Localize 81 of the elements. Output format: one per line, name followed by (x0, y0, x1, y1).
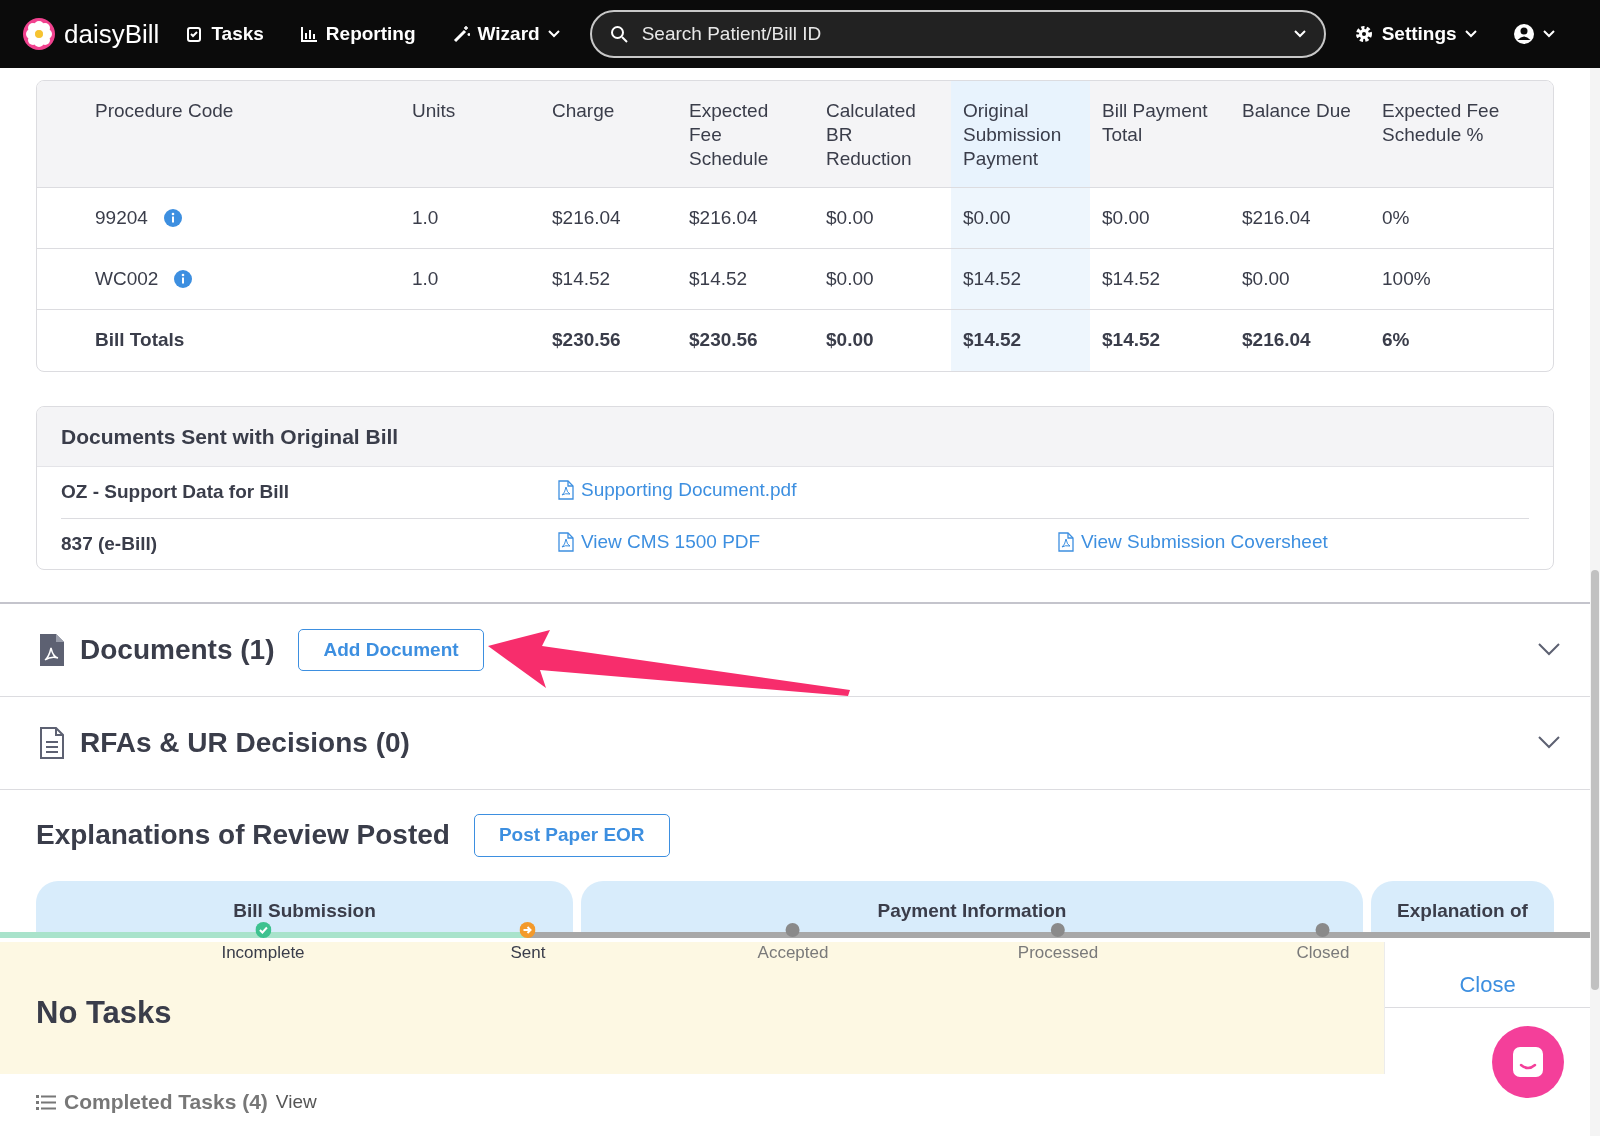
completed-tasks-label: Completed Tasks (4) (64, 1089, 268, 1115)
table-cell: $216.04 (540, 187, 677, 249)
bar-chart-icon (299, 25, 318, 43)
document-icon (40, 727, 64, 759)
flower-logo-icon (22, 17, 56, 51)
pdf-file-icon (1057, 531, 1075, 552)
section-title: Documents (1) (80, 633, 275, 667)
caret-icon (547, 30, 560, 38)
table-cell: 0% (1370, 187, 1553, 249)
table-cell: $230.56 (677, 309, 814, 371)
add-document-button[interactable]: Add Document (298, 628, 484, 672)
settings-button[interactable]: Settings (1335, 19, 1495, 49)
search-input[interactable]: Search Patient/Bill ID (639, 18, 1282, 50)
user-icon (1512, 23, 1535, 45)
table-cell: 6% (1370, 309, 1553, 371)
table-cell: $14.52 (951, 248, 1090, 310)
dropdown-menu-button[interactable]: Wizard (433, 19, 578, 49)
document-link[interactable]: View CMS 1500 PDF (557, 527, 761, 557)
chevron-down-icon[interactable] (1538, 643, 1560, 657)
info-icon (163, 209, 182, 227)
caret-icon (1293, 30, 1306, 38)
nav-link[interactable]: Tasks (167, 19, 282, 49)
magic-wand-icon (451, 25, 470, 43)
document-link[interactable]: View Submission Coversheet (1057, 527, 1328, 557)
column-header: Bill Payment Total (1090, 81, 1230, 188)
table-cell: Bill Totals (37, 309, 400, 371)
table-cell: $0.00 (951, 187, 1090, 249)
table-cell: 1.0 (400, 187, 540, 249)
table-cell-text: WC002 (95, 266, 159, 291)
pdf-file-icon (557, 480, 575, 501)
scrollbar-thumb[interactable] (1591, 570, 1599, 990)
document-label: OZ - Support Data for Bill (61, 480, 290, 505)
info-icon (174, 270, 193, 288)
nav-link[interactable]: Reporting (281, 19, 434, 49)
document-label: 837 (e-Bill) (61, 531, 159, 556)
table-cell: $230.56 (540, 309, 677, 371)
step-label: Processed (1017, 942, 1099, 964)
caret-icon (1542, 30, 1555, 38)
table-cell: $14.52 (951, 309, 1090, 371)
tasks-message: No Tasks (36, 994, 173, 1032)
section-title: RFAs & UR Decisions (0) (80, 726, 410, 760)
table-cell: $216.04 (677, 187, 814, 249)
search-icon (609, 25, 628, 43)
column-header: Expected Fee Schedule % (1370, 81, 1553, 188)
table-cell: $14.52 (540, 248, 677, 310)
column-header: Expected Fee Schedule (677, 81, 814, 188)
table-cell: $0.00 (1230, 248, 1370, 310)
column-header: Charge (540, 81, 677, 188)
list-icon (36, 1093, 56, 1110)
brand-name: daisyBill (64, 17, 160, 51)
step-label: Accepted (757, 942, 829, 964)
column-header: Balance Due (1230, 81, 1370, 188)
settings-icon (1353, 24, 1374, 44)
table-cell: $14.52 (1090, 248, 1230, 310)
caret-icon (1464, 30, 1477, 38)
column-header: Calculated BR Reduction (814, 81, 951, 188)
step-label: Sent (510, 942, 546, 964)
table-cell-text: 99204 (95, 205, 148, 230)
step-label: Incomplete (221, 942, 305, 964)
pdf-file-icon (557, 531, 575, 552)
chat-icon (1511, 1045, 1545, 1079)
pdf-file-icon (40, 634, 64, 666)
card-title: Documents Sent with Original Bill (37, 406, 1553, 467)
column-header: Procedure Code (37, 81, 400, 188)
search-field[interactable]: Search Patient/Bill ID (589, 10, 1326, 58)
column-header: Original Submission Payment (951, 81, 1090, 188)
section-title: Explanations of Review Posted (36, 818, 450, 853)
table-cell: $0.00 (1090, 187, 1230, 249)
chevron-down-icon[interactable] (1538, 736, 1560, 750)
view-link[interactable]: View (275, 1087, 317, 1116)
step-label: Closed (1296, 942, 1350, 964)
table-cell: $216.04 (1230, 187, 1370, 249)
post-eor-button[interactable]: Post Paper EOR (473, 814, 670, 857)
table-cell: $216.04 (1230, 309, 1370, 371)
table-cell: 100% (1370, 248, 1553, 310)
table-cell: 1.0 (400, 248, 540, 310)
column-header: Units (400, 81, 540, 188)
clipboard-check-icon (185, 25, 204, 43)
table-cell: $14.52 (1090, 309, 1230, 371)
table-cell: $14.52 (677, 248, 814, 310)
document-link[interactable]: Supporting Document.pdf (557, 476, 797, 505)
